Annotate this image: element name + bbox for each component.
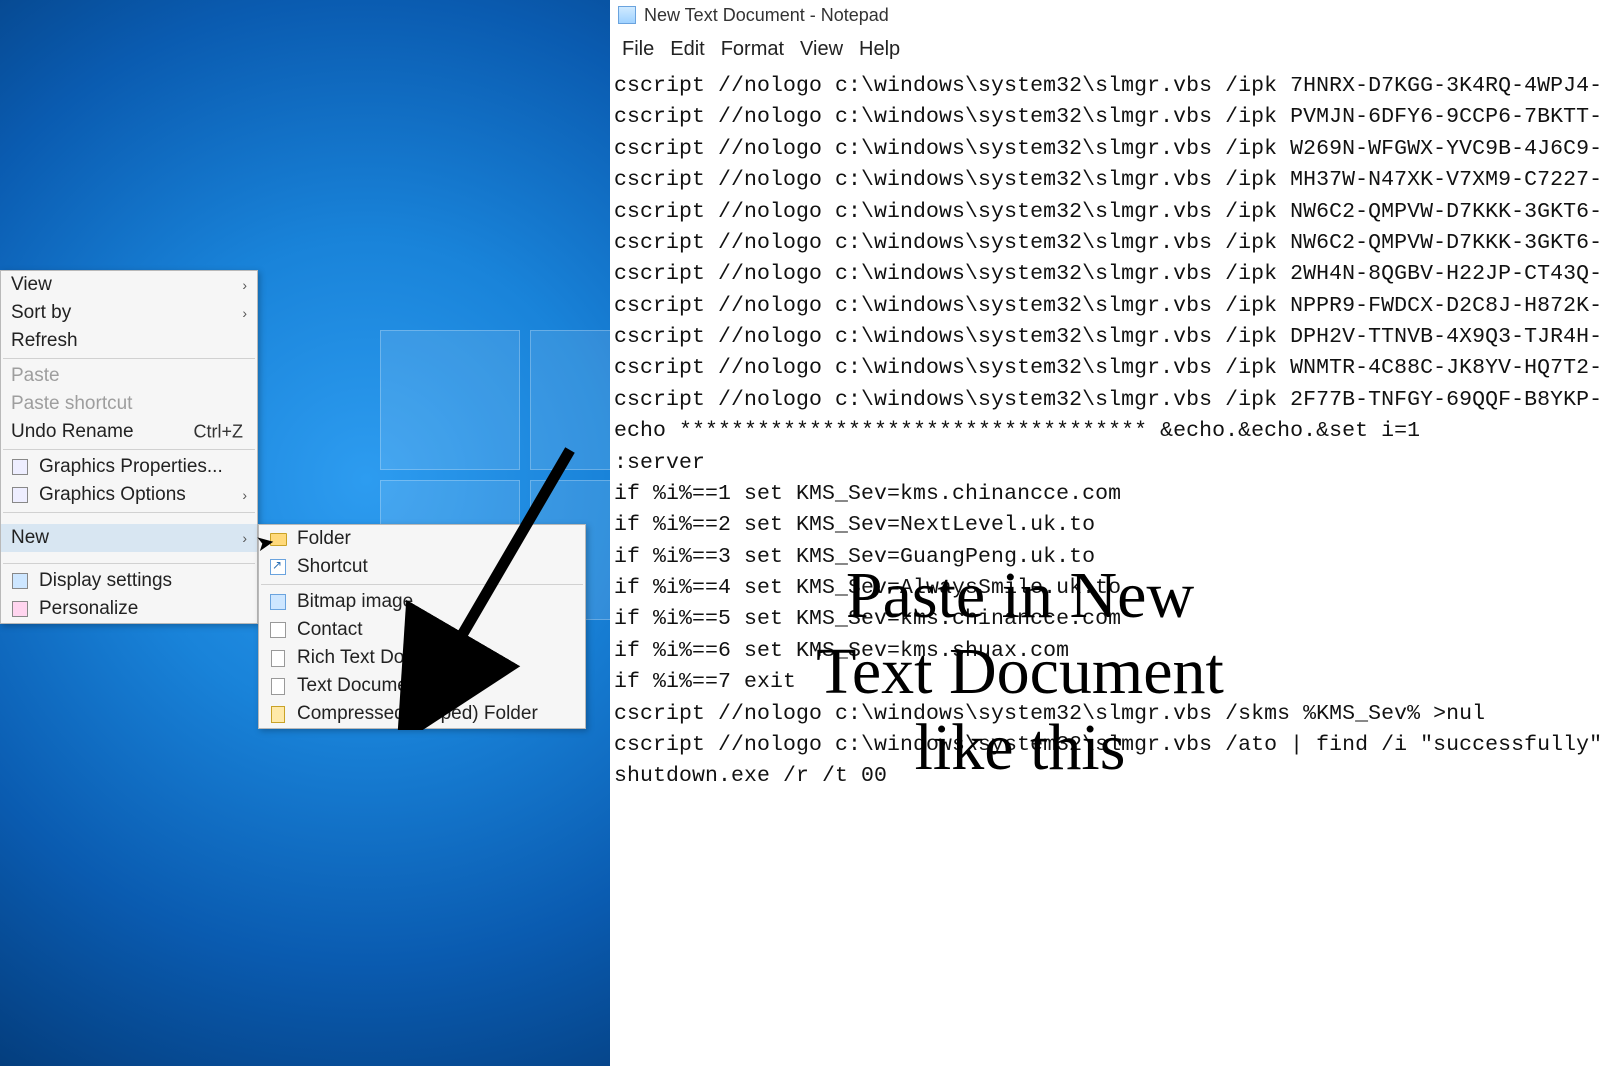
gear-icon xyxy=(11,458,29,476)
desktop-context-menu: View› Sort by› Refresh Paste Paste short… xyxy=(0,270,258,624)
new-zip[interactable]: Compressed (zipped) Folder xyxy=(259,700,585,728)
separator xyxy=(3,512,255,513)
chevron-right-icon: › xyxy=(242,305,247,321)
monitor-icon xyxy=(11,572,29,590)
menu-file[interactable]: File xyxy=(616,36,660,63)
ctx-graphics-properties[interactable]: Graphics Properties... xyxy=(1,453,257,481)
ctx-personalize[interactable]: Personalize xyxy=(1,595,257,623)
separator xyxy=(261,584,583,585)
image-icon xyxy=(269,593,287,611)
new-contact[interactable]: Contact xyxy=(259,616,585,644)
menubar: File Edit Format View Help xyxy=(610,30,1600,71)
separator xyxy=(3,358,255,359)
window-title: New Text Document - Notepad xyxy=(644,5,889,26)
chevron-right-icon: › xyxy=(242,487,247,503)
new-bitmap[interactable]: Bitmap image xyxy=(259,588,585,616)
editor-area[interactable]: cscript //nologo c:\windows\system32\slm… xyxy=(610,71,1600,793)
menu-format[interactable]: Format xyxy=(715,36,790,63)
menu-help[interactable]: Help xyxy=(853,36,906,63)
document-icon xyxy=(269,677,287,695)
new-text-document[interactable]: Text Document xyxy=(259,672,585,700)
new-submenu: Folder Shortcut Bitmap image Contact Ric… xyxy=(258,524,586,729)
notepad-icon xyxy=(618,6,636,24)
menu-edit[interactable]: Edit xyxy=(664,36,710,63)
new-folder[interactable]: Folder xyxy=(259,525,585,553)
separator xyxy=(3,449,255,450)
personalize-icon xyxy=(11,600,29,618)
desktop: View› Sort by› Refresh Paste Paste short… xyxy=(0,0,610,1066)
notepad-window: New Text Document - Notepad File Edit Fo… xyxy=(610,0,1600,1066)
new-rtf[interactable]: Rich Text Document xyxy=(259,644,585,672)
ctx-graphics-options[interactable]: Graphics Options› xyxy=(1,481,257,509)
separator xyxy=(3,563,255,564)
chevron-right-icon: › xyxy=(242,530,247,546)
ctx-display-settings[interactable]: Display settings xyxy=(1,567,257,595)
chevron-right-icon: › xyxy=(242,277,247,293)
new-shortcut[interactable]: Shortcut xyxy=(259,553,585,581)
shortcut-hint: Ctrl+Z xyxy=(194,422,244,443)
gear-icon xyxy=(11,486,29,504)
ctx-paste-shortcut: Paste shortcut xyxy=(1,390,257,418)
contact-icon xyxy=(269,621,287,639)
shortcut-icon xyxy=(269,558,287,576)
document-icon xyxy=(269,649,287,667)
ctx-refresh[interactable]: Refresh xyxy=(1,327,257,355)
ctx-view[interactable]: View› xyxy=(1,271,257,299)
zip-icon xyxy=(269,705,287,723)
ctx-sort-by[interactable]: Sort by› xyxy=(1,299,257,327)
menu-view[interactable]: View xyxy=(794,36,849,63)
ctx-paste: Paste xyxy=(1,362,257,390)
ctx-new[interactable]: New› xyxy=(1,524,257,552)
window-titlebar[interactable]: New Text Document - Notepad xyxy=(610,0,1600,30)
ctx-undo-rename[interactable]: Undo RenameCtrl+Z xyxy=(1,418,257,446)
